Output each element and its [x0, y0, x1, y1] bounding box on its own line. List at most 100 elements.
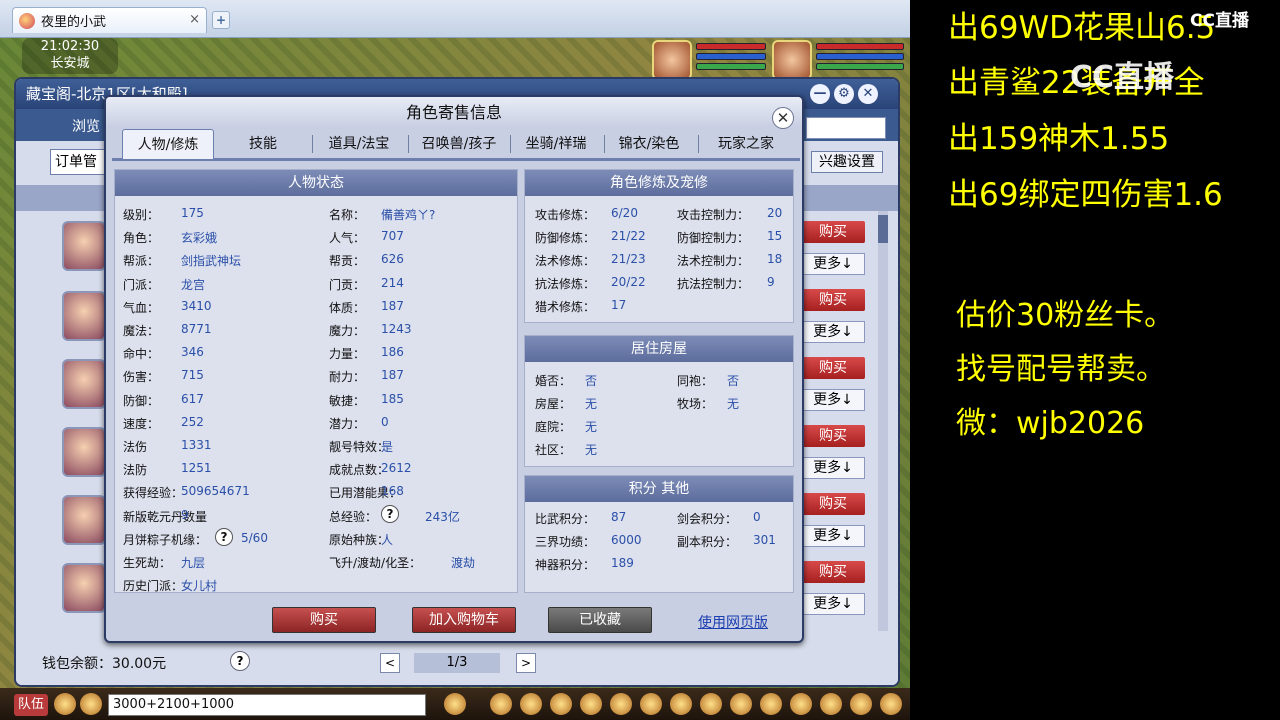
team-icon[interactable] [610, 693, 632, 715]
store-scrollbar[interactable] [878, 211, 888, 631]
stat-value: 187 [381, 368, 404, 383]
mic-icon[interactable] [54, 693, 76, 715]
stat-value: 是 [381, 440, 394, 454]
emote-icon[interactable] [820, 693, 842, 715]
stat-label: 社区： [535, 443, 572, 457]
tab-outfits[interactable]: 锦衣/染色 [606, 129, 692, 159]
interest-settings-button[interactable]: 兴趣设置 [811, 151, 883, 173]
stat-label: 获得经验： [123, 486, 184, 501]
listing-buy-button[interactable]: 购买 [801, 493, 865, 515]
stat-label: 帮贡： [329, 254, 366, 269]
tab-divider [408, 135, 409, 153]
pet-hp-bar [696, 43, 766, 50]
listing-portrait[interactable] [62, 291, 106, 341]
task-icon[interactable] [670, 693, 692, 715]
help-icon[interactable]: ? [381, 504, 399, 523]
listing-more-button[interactable]: 更多↓ [801, 457, 865, 479]
collected-button[interactable]: 已收藏 [548, 607, 652, 633]
team-button[interactable]: 队伍 [14, 694, 48, 716]
listing-more-button[interactable]: 更多↓ [801, 253, 865, 275]
scroll-thumb[interactable] [878, 215, 888, 243]
gang-icon[interactable] [640, 693, 662, 715]
attack-icon[interactable] [490, 693, 512, 715]
stat-label: 法防 [123, 463, 148, 478]
gear-icon[interactable]: ⚙ [834, 84, 854, 104]
listing-portrait[interactable] [62, 359, 106, 409]
prev-page-button[interactable]: < [380, 653, 400, 673]
shop-icon[interactable] [790, 693, 812, 715]
stat-row: 猎术修炼： 17 [535, 298, 626, 315]
stat-row: 级别： 175 [123, 206, 204, 223]
stat-row: 三界功绩： 6000 [535, 533, 642, 550]
stat-value: 2612 [381, 461, 412, 476]
close-icon[interactable]: ✕ [858, 84, 878, 104]
stat-value: 175 [181, 206, 204, 220]
stat-label: 牧场： [677, 397, 714, 411]
listing-more-button[interactable]: 更多↓ [801, 593, 865, 615]
listing-portrait[interactable] [62, 563, 106, 613]
help-icon[interactable]: ? [215, 527, 233, 546]
browser-tab[interactable]: 夜里的小武 × [12, 7, 207, 33]
nav-browse[interactable]: 浏览 [72, 116, 100, 136]
web-version-link[interactable]: 使用网页版 [698, 612, 768, 632]
friends-icon[interactable] [700, 693, 722, 715]
listing-more-button[interactable]: 更多↓ [801, 525, 865, 547]
dialog-close-icon[interactable]: ✕ [772, 107, 794, 129]
stat-label: 攻击控制力： [677, 208, 750, 222]
stat-value: 1331 [181, 438, 212, 452]
pet-exp-bar [696, 63, 766, 70]
overlay-line-4: 出69绑定四伤害1.6 [948, 177, 1223, 213]
listing-buy-button[interactable]: 购买 [801, 425, 865, 447]
trade-icon[interactable] [580, 693, 602, 715]
listing-more-button[interactable]: 更多↓ [801, 389, 865, 411]
help-icon[interactable]: ? [230, 651, 250, 671]
pet-avatar[interactable] [652, 40, 692, 80]
chat-bubble-icon[interactable] [80, 693, 102, 715]
add-to-cart-button[interactable]: 加入购物车 [412, 607, 516, 633]
tab-skills[interactable]: 技能 [220, 129, 306, 159]
stat-value: 243亿 [425, 509, 460, 524]
system-icon[interactable] [850, 693, 872, 715]
store-search-input[interactable] [806, 117, 886, 139]
stat-label: 原始种族： [329, 532, 390, 547]
listing-portrait[interactable] [62, 221, 106, 271]
listing-buy-button[interactable]: 购买 [801, 221, 865, 243]
item-icon[interactable] [520, 693, 542, 715]
stat-value: 女儿村 [181, 579, 218, 594]
pet-icon[interactable] [444, 693, 466, 715]
chat-input[interactable]: 3000+2100+1000 [108, 694, 426, 716]
stat-row: 同袍： 否 [677, 372, 739, 389]
listing-buy-button[interactable]: 购买 [801, 357, 865, 379]
buy-button[interactable]: 购买 [272, 607, 376, 633]
stat-label: 防御控制力： [677, 231, 750, 245]
computer-icon[interactable] [880, 693, 902, 715]
game-area: 夜里的小武 × + 21:02:30 长安城 藏宝阁-北京1区[太和殿] — ⚙… [0, 0, 910, 720]
stat-value: 214 [381, 275, 404, 290]
next-page-button[interactable]: > [516, 653, 536, 673]
minimize-icon[interactable]: — [810, 84, 830, 104]
horn-icon[interactable] [730, 693, 752, 715]
stat-row: 庭院： 无 [535, 418, 597, 435]
stat-value: 无 [585, 420, 598, 434]
listing-buy-button[interactable]: 购买 [801, 561, 865, 583]
house-panel: 居住房屋 婚否： 否房屋： 无庭院： 无社区： 无 同袍： 否牧场： 无 [524, 335, 794, 467]
player-avatar[interactable] [772, 40, 812, 80]
listing-buy-button[interactable]: 购买 [801, 289, 865, 311]
listing-portrait[interactable] [62, 427, 106, 477]
tab-home[interactable]: 玩家之家 [702, 129, 790, 159]
tab-items[interactable]: 道具/法宝 [316, 129, 402, 159]
stat-row: 剑会积分： 0 [677, 510, 761, 527]
tab-pets[interactable]: 召唤兽/孩子 [412, 129, 506, 159]
tab-close-icon[interactable]: × [189, 12, 200, 27]
listing-more-button[interactable]: 更多↓ [801, 321, 865, 343]
tab-mounts[interactable]: 坐骑/祥瑞 [512, 129, 600, 159]
bell-icon[interactable] [760, 693, 782, 715]
give-icon[interactable] [550, 693, 572, 715]
tab-character[interactable]: 人物/修炼 [122, 129, 214, 159]
stat-value: 无 [727, 397, 740, 411]
listing-portrait[interactable] [62, 495, 106, 545]
stat-value: 18 [767, 252, 783, 266]
tab-divider [510, 135, 511, 153]
new-tab-button[interactable]: + [212, 11, 230, 29]
stat-row: 比武积分： 87 [535, 510, 626, 527]
